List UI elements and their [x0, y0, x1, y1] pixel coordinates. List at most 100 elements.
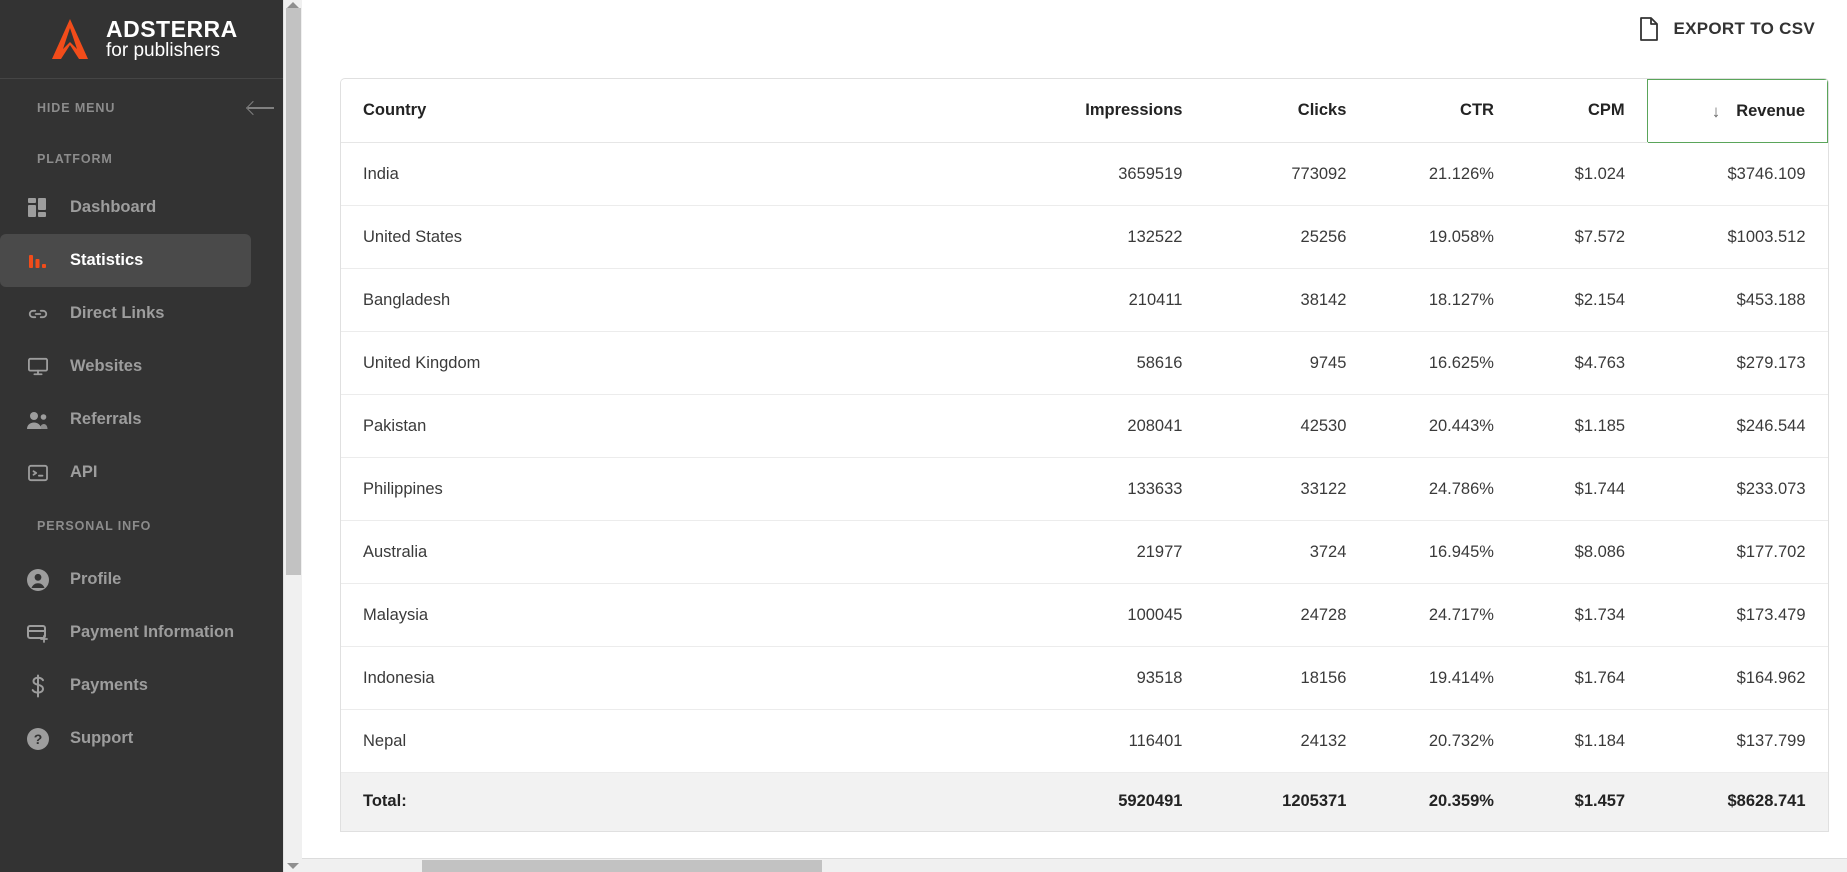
cell-ctr: 16.625% — [1368, 331, 1516, 395]
sidebar-item-dashboard[interactable]: Dashboard — [0, 181, 302, 234]
cell-country: Indonesia — [341, 646, 1008, 710]
cell-cpm: $4.763 — [1515, 331, 1648, 395]
cell-clicks: 18156 — [1204, 646, 1369, 710]
total-impressions: 5920491 — [1007, 772, 1205, 831]
cell-impressions: 58616 — [1007, 331, 1205, 395]
cell-revenue: $177.702 — [1647, 520, 1828, 584]
column-header-cpm[interactable]: CPM — [1515, 79, 1648, 143]
cell-ctr: 19.414% — [1368, 646, 1516, 710]
column-header-ctr[interactable]: CTR — [1368, 79, 1516, 143]
cell-ctr: 19.058% — [1368, 205, 1516, 269]
statistics-table: Country Impressions Clicks CTR CPM ↓ Rev… — [341, 79, 1828, 831]
sidebar-item-payments[interactable]: Payments — [0, 659, 302, 712]
total-ctr: 20.359% — [1368, 772, 1516, 831]
scroll-down-arrow-icon[interactable] — [287, 863, 299, 869]
cell-ctr: 21.126% — [1368, 142, 1516, 206]
sidebar-item-label: Payment Information — [70, 623, 235, 641]
cell-cpm: $1.024 — [1515, 142, 1648, 206]
table-row[interactable]: India 3659519 773092 21.126% $1.024 $374… — [341, 142, 1828, 206]
table-row[interactable]: Pakistan 208041 42530 20.443% $1.185 $24… — [341, 394, 1828, 458]
column-header-revenue[interactable]: ↓ Revenue — [1646, 79, 1828, 143]
sidebar-item-websites[interactable]: Websites — [0, 340, 302, 393]
table-header: Country Impressions Clicks CTR CPM ↓ Rev… — [341, 79, 1828, 143]
cell-clicks: 38142 — [1204, 268, 1369, 332]
cell-revenue: $453.188 — [1647, 268, 1828, 332]
cell-ctr: 20.443% — [1368, 394, 1516, 458]
brand-logo[interactable]: ADSTERRA for publishers — [0, 0, 302, 79]
cell-clicks: 25256 — [1204, 205, 1369, 269]
cell-country: Australia — [341, 520, 1008, 584]
sidebar-item-profile[interactable]: Profile — [0, 553, 302, 606]
cell-country: India — [341, 142, 1008, 206]
table-row[interactable]: Australia 21977 3724 16.945% $8.086 $177… — [341, 520, 1828, 584]
table-row[interactable]: Malaysia 100045 24728 24.717% $1.734 $17… — [341, 583, 1828, 647]
sidebar-item-api[interactable]: API — [0, 446, 302, 499]
app-root: ADSTERRA for publishers HIDE MENU PLATFO… — [0, 0, 1847, 872]
sidebar-scrollbar[interactable] — [283, 0, 302, 872]
cell-revenue: $233.073 — [1647, 457, 1828, 521]
cell-clicks: 33122 — [1204, 457, 1369, 521]
table-footer: Total: 5920491 1205371 20.359% $1.457 $8… — [341, 772, 1828, 831]
hide-menu-button[interactable]: HIDE MENU — [0, 79, 302, 137]
cell-revenue: $164.962 — [1647, 646, 1828, 710]
horizontal-scrollbar-thumb[interactable] — [422, 860, 822, 872]
cell-impressions: 93518 — [1007, 646, 1205, 710]
cell-country: Nepal — [341, 709, 1008, 773]
cell-cpm: $8.086 — [1515, 520, 1648, 584]
cell-ctr: 20.732% — [1368, 709, 1516, 773]
cell-impressions: 133633 — [1007, 457, 1205, 521]
sidebar-inner: ADSTERRA for publishers HIDE MENU PLATFO… — [0, 0, 302, 872]
table-row[interactable]: Indonesia 93518 18156 19.414% $1.764 $16… — [341, 646, 1828, 710]
file-icon — [1639, 16, 1659, 41]
cell-clicks: 42530 — [1204, 394, 1369, 458]
card-plus-icon — [23, 618, 53, 648]
cell-cpm: $1.734 — [1515, 583, 1648, 647]
cell-revenue: $3746.109 — [1647, 142, 1828, 206]
brand-tagline: for publishers — [106, 40, 221, 62]
sidebar-item-label: Support — [70, 729, 134, 747]
horizontal-scrollbar[interactable] — [302, 858, 1847, 872]
sidebar-scrollbar-thumb[interactable] — [286, 8, 301, 575]
sidebar-item-label: Direct Links — [70, 304, 165, 322]
sidebar-item-direct-links[interactable]: Direct Links — [0, 287, 302, 340]
sort-desc-arrow-icon: ↓ — [1711, 101, 1721, 121]
cell-cpm: $1.184 — [1515, 709, 1648, 773]
svg-text:?: ? — [34, 731, 43, 747]
statistics-icon — [23, 246, 53, 276]
column-header-impressions[interactable]: Impressions — [1007, 79, 1205, 143]
table-row[interactable]: United States 132522 25256 19.058% $7.57… — [341, 205, 1828, 269]
monitor-icon — [23, 352, 53, 382]
cell-country: United Kingdom — [341, 331, 1008, 395]
sidebar-item-label: API — [70, 463, 98, 481]
table-row[interactable]: Bangladesh 210411 38142 18.127% $2.154 $… — [341, 268, 1828, 332]
sidebar-item-statistics[interactable]: Statistics — [0, 234, 251, 287]
cell-ctr: 24.786% — [1368, 457, 1516, 521]
cell-clicks: 9745 — [1204, 331, 1369, 395]
cell-impressions: 116401 — [1007, 709, 1205, 773]
sidebar-item-payment-information[interactable]: Payment Information — [0, 606, 302, 659]
cell-cpm: $1.744 — [1515, 457, 1648, 521]
sidebar-item-label: Referrals — [70, 410, 142, 428]
table-header-row: Country Impressions Clicks CTR CPM ↓ Rev… — [341, 79, 1828, 143]
cell-cpm: $7.572 — [1515, 205, 1648, 269]
column-header-country[interactable]: Country — [341, 79, 1008, 143]
cell-ctr: 16.945% — [1368, 520, 1516, 584]
dashboard-icon — [23, 193, 53, 223]
cell-clicks: 3724 — [1204, 520, 1369, 584]
table-body: India 3659519 773092 21.126% $1.024 $374… — [341, 142, 1828, 773]
column-header-clicks[interactable]: Clicks — [1204, 79, 1369, 143]
dollar-icon — [23, 671, 53, 701]
export-to-csv-button[interactable]: EXPORT TO CSV — [1631, 11, 1823, 47]
sidebar-item-referrals[interactable]: Referrals — [0, 393, 302, 446]
cell-country: Bangladesh — [341, 268, 1008, 332]
cell-revenue: $1003.512 — [1647, 205, 1828, 269]
table-total-row: Total: 5920491 1205371 20.359% $1.457 $8… — [341, 772, 1828, 831]
table-row[interactable]: Nepal 116401 24132 20.732% $1.184 $137.7… — [341, 709, 1828, 773]
cell-revenue: $173.479 — [1647, 583, 1828, 647]
table-row[interactable]: Philippines 133633 33122 24.786% $1.744 … — [341, 457, 1828, 521]
section-label-personal-info: PERSONAL INFO — [37, 519, 152, 533]
sidebar-item-support[interactable]: ? Support — [0, 712, 302, 765]
cell-ctr: 18.127% — [1368, 268, 1516, 332]
brand-text: ADSTERRA for publishers — [106, 17, 238, 62]
table-row[interactable]: United Kingdom 58616 9745 16.625% $4.763… — [341, 331, 1828, 395]
